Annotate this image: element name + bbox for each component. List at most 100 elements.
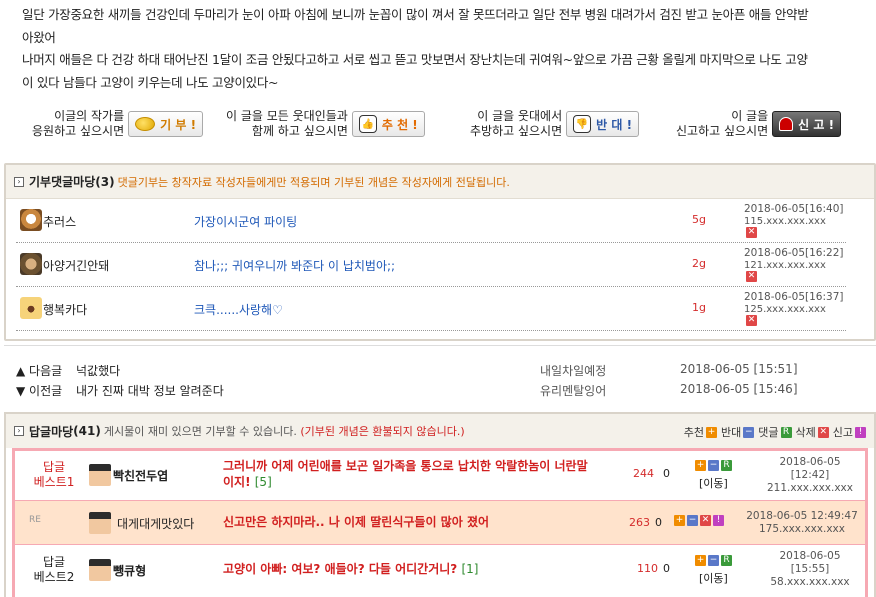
reply-count: [1] xyxy=(461,562,479,576)
donate-text: 이글의 작가를 xyxy=(54,109,125,123)
recommend-icon[interactable]: + xyxy=(695,460,706,471)
donate-action: 이글의 작가를 응원하고 싶으시면 기 부 ! xyxy=(32,109,204,139)
report-action: 이 글을 신고하고 싶으시면 신 고 ! xyxy=(676,109,842,139)
move-link[interactable]: [이동] xyxy=(699,570,728,586)
oppose-count: 0 xyxy=(663,467,670,480)
reply-ip: 175.xxx.xxx.xxx xyxy=(759,523,845,535)
prev-post-label: ▼ 이전글 xyxy=(16,384,63,398)
move-link[interactable]: [이동] xyxy=(699,475,728,491)
recommend-button-label: 추 천 ! xyxy=(381,117,418,132)
recommend-icon[interactable]: + xyxy=(674,515,685,526)
best-reply-row: 답글 베스트1 빡친전두엽 그러니까 어제 어린애를 보곤 일가족을 통으로 납… xyxy=(15,451,865,500)
reply-marker: RE xyxy=(29,515,41,525)
thumbs-down-icon: 👎 xyxy=(573,115,592,133)
recommend-icon[interactable]: + xyxy=(695,555,706,566)
prev-post-row[interactable]: ▼ 이전글 내가 진짜 대박 정보 알려준다 유리멘탈잉어 2018-06-05… xyxy=(4,379,874,399)
reply-icon[interactable]: R xyxy=(721,460,732,471)
recommend-count: 263 xyxy=(629,516,650,529)
reply-actions: + − ✕ ! xyxy=(673,515,725,526)
reply-text: 고양이 아빠: 여보? 애들아? 다들 어디간거니? [1] xyxy=(223,562,479,576)
donate-amount: 1g xyxy=(692,301,706,314)
toggle-icon[interactable]: › xyxy=(14,426,24,436)
donate-comments-count: (3) xyxy=(95,174,115,189)
donate-comments-box: › 기부댓글마당 (3) 댓글기부는 창작자료 작성자들에게만 적용되며 기부된… xyxy=(4,163,876,341)
replier-name[interactable]: 대게대게맛있다 xyxy=(117,515,194,532)
delete-icon[interactable]: ✕ xyxy=(746,315,757,326)
siren-icon xyxy=(779,117,794,131)
oppose-button[interactable]: 👎 반 대 ! xyxy=(566,111,640,137)
best-reply-row: 답글 베스트2 뺑큐형 고양이 아빠: 여보? 애들아? 다들 어디간거니? [… xyxy=(15,545,865,597)
article-body: 일단 가장중요한 새끼들 건강인데 두마리가 눈이 아파 아침에 보니까 눈꼽이… xyxy=(22,4,862,94)
reply-count: [5] xyxy=(254,475,272,489)
oppose-icon[interactable]: − xyxy=(687,515,698,526)
delete-icon[interactable]: ✕ xyxy=(700,515,711,526)
commenter-name[interactable]: 행복카다 xyxy=(43,301,87,318)
oppose-icon[interactable]: − xyxy=(708,555,719,566)
divider xyxy=(4,345,876,346)
comment-date: 2018-06-05[16:40] xyxy=(744,203,844,215)
replies-count: (41) xyxy=(73,424,101,438)
delete-icon: ✕ xyxy=(817,426,829,438)
avatar xyxy=(20,297,42,319)
comment-text: 참나;;; 귀여우니까 봐준다 이 납치범아;; xyxy=(194,259,396,273)
donate-comment-row: 행복카다 크큭......사랑해♡ 1g 2018-06-05[16:37] 1… xyxy=(16,287,846,331)
report-icon[interactable]: ! xyxy=(713,515,724,526)
reply-datetime: 2018-06-05 12:49:47 xyxy=(746,510,858,522)
prev-post-author[interactable]: 유리멘탈잉어 xyxy=(540,382,606,399)
toggle-icon[interactable]: › xyxy=(14,176,24,187)
comment-text: 가장이시군여 파이팅 xyxy=(194,215,298,229)
comment-ip: 125.xxx.xxx.xxx xyxy=(744,304,826,315)
replies-legend: 추천 + 반대 − 댓글 R 삭제 ✕ 신고! xyxy=(684,424,870,440)
replier-name[interactable]: 뺑큐형 xyxy=(113,562,146,579)
plus-icon: + xyxy=(706,426,717,438)
comment-ip: 121.xxx.xxx.xxx xyxy=(744,260,826,271)
oppose-text: 추방하고 싶으시면 xyxy=(470,124,563,138)
next-post-title[interactable]: 넉값했다 xyxy=(76,362,120,379)
replier-name[interactable]: 빡친전두엽 xyxy=(113,467,168,484)
report-text: 신고하고 싶으시면 xyxy=(676,124,769,138)
reply-text: 그러니까 어제 어린애를 보곤 일가족을 통으로 납치한 악랄한놈이 너란말 이… xyxy=(223,459,588,489)
comment-date: 2018-06-05[16:37] xyxy=(744,291,844,303)
commenter-name[interactable]: 추러스 xyxy=(43,213,76,230)
comment-date: 2018-06-05[16:22] xyxy=(744,247,844,259)
reply-text: 신고만은 하지마라.. 나 이제 딸린식구들이 많아 졌어 xyxy=(223,515,490,529)
delete-icon[interactable]: ✕ xyxy=(746,271,757,282)
thumbs-up-icon: 👍 xyxy=(358,115,377,133)
oppose-count: 0 xyxy=(663,562,670,575)
minus-icon: − xyxy=(743,426,755,438)
reply-date: 2018-06-05 [12:42] 211.xxx.xxx.xxx xyxy=(767,456,853,494)
report-icon: ! xyxy=(855,426,866,438)
best-rank: 답글 베스트2 xyxy=(33,555,75,584)
article-line: 일단 가장중요한 새끼들 건강인데 두마리가 눈이 아파 아침에 보니까 눈꼽이… xyxy=(22,7,809,22)
article-line: 이 있다 남들다 고양이 키우는데 나도 고양이있다~ xyxy=(22,74,279,90)
donate-button-label: 기 부 ! xyxy=(160,117,197,132)
recommend-button[interactable]: 👍 추 천 ! xyxy=(351,111,425,137)
donate-comments-note: 댓글기부는 창작자료 작성자들에게만 적용되며 기부된 개념은 작성자에게 전달… xyxy=(117,175,510,189)
donate-amount: 2g xyxy=(692,257,706,270)
recommend-count: 110 xyxy=(637,562,658,575)
reply-icon[interactable]: R xyxy=(721,555,732,566)
next-post-label: ▲ 다음글 xyxy=(16,364,63,378)
next-post-author[interactable]: 내일차일예정 xyxy=(540,362,606,379)
oppose-action: 이 글을 웃대에서 추방하고 싶으시면 👎 반 대 ! xyxy=(470,109,640,139)
report-button[interactable]: 신 고 ! xyxy=(772,111,842,137)
delete-icon[interactable]: ✕ xyxy=(746,227,757,238)
donate-text: 응원하고 싶으시면 xyxy=(32,124,125,138)
recommend-text: 이 글을 모든 웃대인들과 xyxy=(226,109,348,123)
oppose-button-label: 반 대 ! xyxy=(596,117,633,132)
oppose-text: 이 글을 웃대에서 xyxy=(477,109,563,123)
replies-box: › 답글마당 (41) 게시물이 재미 있으면 기부할 수 있습니다. (기부된… xyxy=(4,412,876,597)
reply-icon: R xyxy=(780,426,792,438)
next-post-date: 2018-06-05 [15:51] xyxy=(680,362,798,376)
next-post-row[interactable]: ▲ 다음글 넉값했다 내일차일예정 2018-06-05 [15:51] xyxy=(4,359,874,379)
prev-post-title[interactable]: 내가 진짜 대박 정보 알려준다 xyxy=(76,382,224,399)
best-replies: 답글 베스트1 빡친전두엽 그러니까 어제 어린애를 보곤 일가족을 통으로 납… xyxy=(12,448,868,597)
replies-title: 답글마당 xyxy=(29,424,74,439)
donate-button[interactable]: 기 부 ! xyxy=(128,111,204,137)
reply-actions: + − R xyxy=(694,555,733,566)
coin-icon xyxy=(135,117,156,131)
donate-amount: 5g xyxy=(692,213,706,226)
recommend-action: 이 글을 모든 웃대인들과 함께 하고 싶으시면 👍 추 천 ! xyxy=(226,109,425,139)
oppose-icon[interactable]: − xyxy=(708,460,719,471)
commenter-name[interactable]: 아양거긴안돼 xyxy=(43,257,109,274)
